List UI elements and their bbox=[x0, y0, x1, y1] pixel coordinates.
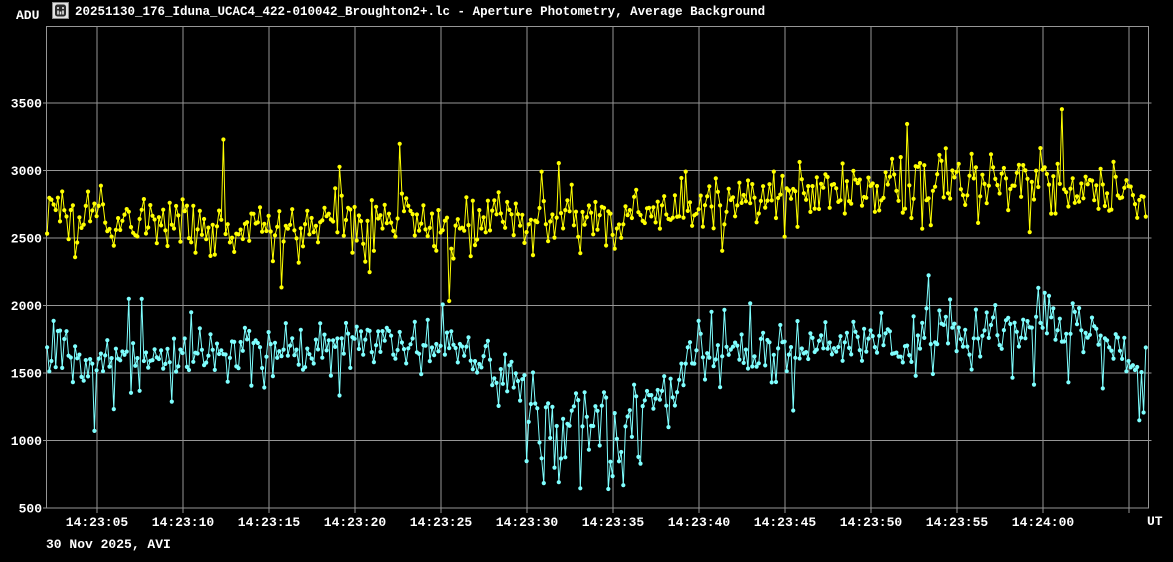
light-curve-plot-canvas[interactable]: 500 1000 1500 2000 2500 3000 3500 14:23:05 14:23… bbox=[0, 0, 1173, 562]
x-tick-label: 14:23:05 bbox=[66, 515, 129, 530]
x-tick-label: 14:23:15 bbox=[238, 515, 301, 530]
x-tick-label: 14:23:50 bbox=[840, 515, 903, 530]
y-tick-label: 3500 bbox=[11, 97, 42, 112]
y-tick-label: 500 bbox=[19, 502, 43, 517]
x-tick-label: 14:23:25 bbox=[410, 515, 473, 530]
plot-frame bbox=[47, 27, 1149, 509]
x-tick-label: 14:24:00 bbox=[1012, 515, 1075, 530]
series-comparison-star-yellow bbox=[45, 107, 1148, 303]
y-tick-label: 2500 bbox=[11, 232, 42, 247]
photometry-window: { "window": { "title": "20251130_176_Idu… bbox=[0, 0, 1173, 562]
y-tick-label: 1500 bbox=[11, 367, 42, 382]
x-tick-label: 14:23:55 bbox=[926, 515, 989, 530]
series-line-occulted-star-cyan bbox=[47, 275, 1146, 489]
x-tick-label: 14:23:35 bbox=[582, 515, 645, 530]
y-tick-label: 2000 bbox=[11, 299, 42, 314]
x-tick-label: 14:23:30 bbox=[496, 515, 559, 530]
x-tick-label: 14:23:40 bbox=[668, 515, 731, 530]
y-tick-label: 1000 bbox=[11, 434, 42, 449]
x-tick-label: 14:23:10 bbox=[152, 515, 215, 530]
x-tick-label: 14:23:20 bbox=[324, 515, 387, 530]
series-line-comparison-star-yellow bbox=[47, 109, 1146, 301]
x-tick-label: 14:23:45 bbox=[754, 515, 817, 530]
y-tick-label: 3000 bbox=[11, 164, 42, 179]
